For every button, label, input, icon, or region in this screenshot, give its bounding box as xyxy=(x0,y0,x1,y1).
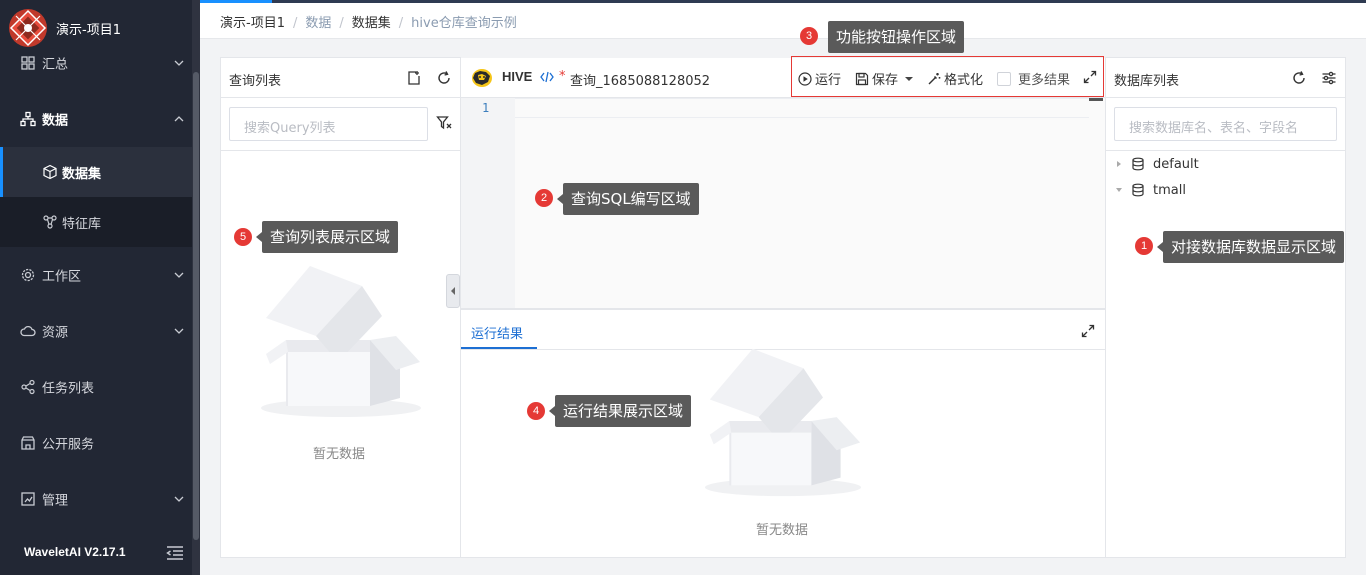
caret-down-icon xyxy=(1116,188,1122,192)
engine-label: HIVE xyxy=(502,69,533,84)
editor-gutter: 1 xyxy=(461,98,515,308)
nav-item-label: 任务列表 xyxy=(42,381,95,397)
annotation-callout-3: 功能按钮操作区域 xyxy=(828,21,965,53)
divider xyxy=(221,150,460,151)
nav-item-label: 管理 xyxy=(42,493,69,509)
db-tree-item-tmall[interactable]: tmall xyxy=(1115,180,1186,200)
breadcrumb-separator: / xyxy=(292,16,298,31)
caret-right-icon xyxy=(1117,161,1121,167)
hive-logo-icon xyxy=(470,67,494,89)
chevron-down-icon xyxy=(174,326,184,336)
query-list-empty-text: 暂无数据 xyxy=(313,447,366,462)
molecule-icon xyxy=(42,214,58,230)
nav-item-workspace[interactable]: 工作区 xyxy=(0,250,192,300)
db-list-title: 数据库列表 xyxy=(1114,74,1180,89)
sidebar: 演示-项目1 汇总 数据 数据集 特征库 工作区 资源 任务列表 公开服务 管理… xyxy=(0,0,200,575)
refresh-icon[interactable] xyxy=(1291,70,1307,86)
filter-icon[interactable] xyxy=(436,115,452,131)
database-icon xyxy=(1132,183,1144,197)
db-name: tmall xyxy=(1153,182,1186,198)
chevron-down-icon xyxy=(174,494,184,504)
toolbar-highlight-box xyxy=(791,56,1104,97)
nav-item-public-service[interactable]: 公开服务 xyxy=(0,418,192,468)
annotation-callout-4: 运行结果展示区域 xyxy=(548,395,692,427)
annotation-badge-1: 1 xyxy=(1135,237,1153,255)
empty-box-illustration xyxy=(258,258,424,420)
sitemap-icon xyxy=(20,111,36,127)
db-tree-item-default[interactable]: default xyxy=(1115,154,1199,174)
settings-sliders-icon[interactable] xyxy=(1321,70,1337,86)
editor-scroll-marker xyxy=(1089,98,1103,101)
annotation-badge-2: 2 xyxy=(535,189,553,207)
breadcrumb-item-current: hive仓库查询示例 xyxy=(411,16,517,31)
query-list-title: 查询列表 xyxy=(229,74,282,89)
breadcrumb-separator: / xyxy=(398,16,404,31)
chevron-up-icon xyxy=(174,114,184,124)
annotation-badge-4: 4 xyxy=(527,402,545,420)
editor-active-line[interactable] xyxy=(515,98,1089,118)
nav-item-label: 资源 xyxy=(42,325,69,341)
query-tab-title[interactable]: 查询_1685088128052 xyxy=(570,70,710,89)
annotation-badge-5: 5 xyxy=(234,228,252,246)
nav-item-task-list[interactable]: 任务列表 xyxy=(0,362,192,412)
nav-item-label: 公开服务 xyxy=(42,437,95,453)
database-icon xyxy=(1132,157,1144,171)
divider xyxy=(221,97,460,98)
project-name[interactable]: 演示-项目1 xyxy=(56,19,121,38)
results-empty-text: 暂无数据 xyxy=(756,523,809,538)
shop-icon xyxy=(20,435,36,451)
app-version: WaveletAI V2.17.1 xyxy=(24,545,126,559)
chevron-down-icon xyxy=(174,270,184,280)
breadcrumb-item-data[interactable]: 数据 xyxy=(305,12,331,31)
breadcrumb-item-project[interactable]: 演示-项目1 xyxy=(220,12,285,31)
unsaved-indicator: * xyxy=(559,69,566,84)
cube-icon xyxy=(42,164,58,180)
breadcrumb-separator: / xyxy=(339,16,344,31)
annotation-callout-1: 对接数据库数据显示区域 xyxy=(1156,231,1345,263)
tab-run-results[interactable]: 运行结果 xyxy=(471,323,523,342)
divider xyxy=(1106,150,1345,151)
refresh-icon[interactable] xyxy=(436,70,452,86)
chart-icon xyxy=(20,491,36,507)
nodes-icon xyxy=(20,379,36,395)
nav-item-resources[interactable]: 资源 xyxy=(0,306,192,356)
nav-item-label: 数据 xyxy=(42,113,69,129)
annotation-callout-2: 查询SQL编写区域 xyxy=(557,183,699,215)
breadcrumb-item-dataset[interactable]: 数据集 xyxy=(352,12,391,31)
annotation-callout-5: 查询列表展示区域 xyxy=(255,221,399,253)
query-search-input[interactable]: 搜索Query列表 xyxy=(229,107,428,141)
collapse-left-handle[interactable] xyxy=(446,274,460,308)
breadcrumb: 演示-项目1 / 数据 / 数据集 / hive仓库查询示例 xyxy=(220,12,517,31)
chevron-down-icon xyxy=(174,58,184,68)
menu-collapse-icon[interactable] xyxy=(166,545,184,561)
cog-icon xyxy=(20,267,36,283)
nav-item-management[interactable]: 管理 xyxy=(0,474,192,524)
grid-icon xyxy=(20,55,36,71)
nav-item-summary[interactable]: 汇总 xyxy=(0,38,192,88)
annotation-badge-3: 3 xyxy=(800,27,818,45)
nav-item-label: 工作区 xyxy=(42,269,82,285)
tab-active-underline xyxy=(461,347,537,349)
sidebar-item-feature-store[interactable]: 特征库 xyxy=(0,197,192,247)
header: 演示-项目1 / 数据 / 数据集 / hive仓库查询示例 xyxy=(200,3,1366,39)
empty-box-illustration xyxy=(702,340,864,500)
expand-results-icon[interactable] xyxy=(1081,324,1095,338)
cloud-icon xyxy=(20,323,36,339)
sidebar-item-label: 数据集 xyxy=(62,167,102,182)
nav-item-label: 汇总 xyxy=(42,57,69,73)
db-name: default xyxy=(1153,156,1199,172)
code-icon xyxy=(540,71,554,83)
divider xyxy=(1106,97,1345,98)
sidebar-item-dataset[interactable]: 数据集 xyxy=(0,147,192,197)
sidebar-item-label: 特征库 xyxy=(62,217,102,232)
line-number: 1 xyxy=(482,101,490,115)
new-query-icon[interactable] xyxy=(406,70,422,86)
sidebar-scrollbar-thumb[interactable] xyxy=(193,72,199,540)
nav-item-data[interactable]: 数据 xyxy=(0,94,192,144)
db-search-input[interactable]: 搜索数据库名、表名、字段名 xyxy=(1114,107,1337,141)
